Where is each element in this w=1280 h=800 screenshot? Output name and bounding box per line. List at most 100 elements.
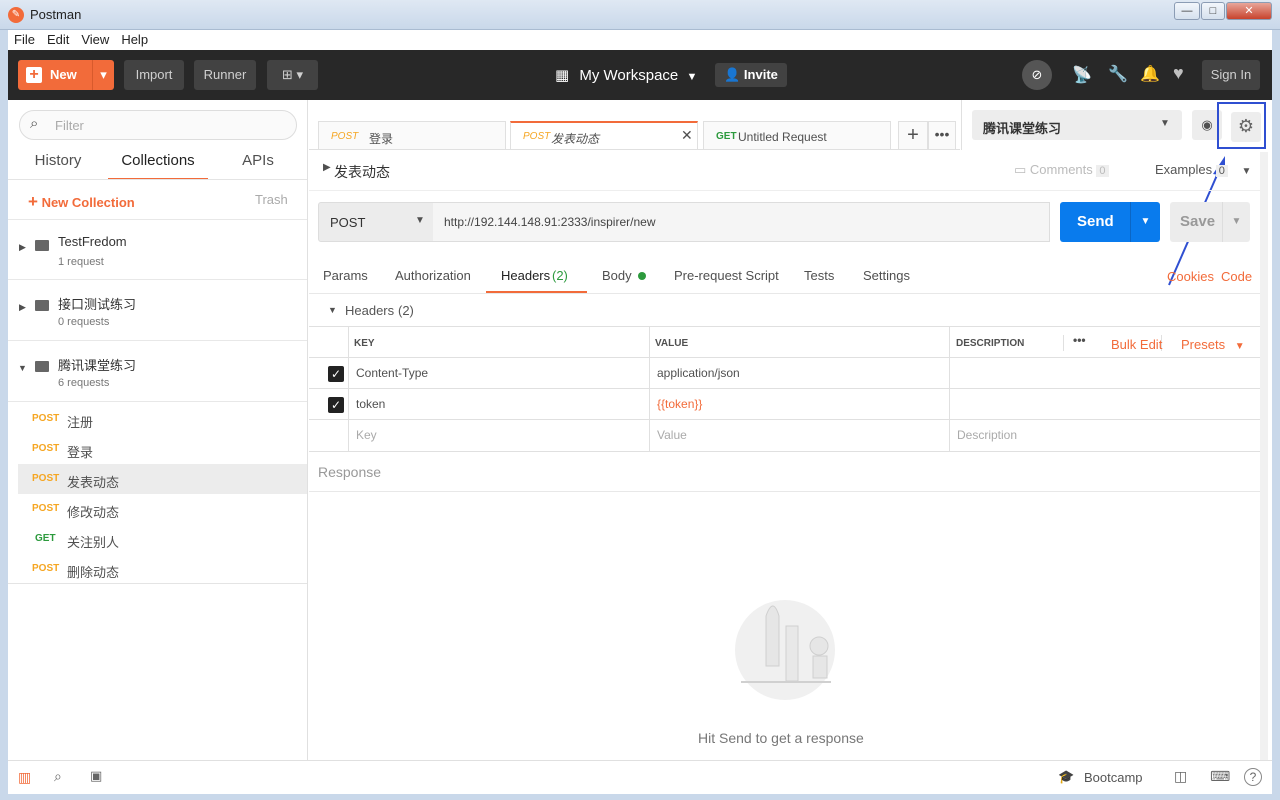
heart-icon[interactable]: ♥ bbox=[1173, 63, 1184, 84]
help-icon[interactable]: ? bbox=[1244, 768, 1262, 786]
gear-icon[interactable]: ⚙ bbox=[1231, 112, 1261, 142]
request-tab[interactable]: POST 登录 bbox=[318, 121, 506, 149]
new-value-input[interactable]: Value bbox=[657, 428, 687, 442]
keyboard-icon[interactable]: ⌨ bbox=[1210, 768, 1230, 785]
divider bbox=[309, 491, 1260, 492]
collection-item[interactable]: ▶ 接口测试练习 0 requests bbox=[8, 280, 307, 341]
satellite-icon[interactable]: 📡 bbox=[1072, 65, 1092, 85]
close-tab-icon[interactable]: ✕ bbox=[681, 127, 693, 144]
tab-settings[interactable]: Settings bbox=[863, 268, 910, 283]
invite-button[interactable]: 👤 Invite bbox=[715, 63, 787, 87]
header-key[interactable]: token bbox=[356, 397, 385, 411]
sidebar-search[interactable]: ⌕ Filter bbox=[19, 110, 297, 140]
column-header-value: VALUE bbox=[655, 338, 689, 349]
status-dot-icon bbox=[638, 272, 647, 280]
minimize-button[interactable]: — bbox=[1174, 2, 1200, 20]
new-description-input[interactable]: Description bbox=[957, 428, 1017, 442]
method-select[interactable]: POST ▼ bbox=[318, 202, 434, 242]
search-icon[interactable]: ⌕ bbox=[54, 768, 62, 785]
import-button[interactable]: Import bbox=[124, 60, 184, 90]
runner-button[interactable]: Runner bbox=[194, 60, 256, 90]
tab-collections[interactable]: Collections bbox=[108, 152, 208, 180]
row-checkbox[interactable]: ✓ bbox=[328, 397, 344, 413]
environment-select[interactable]: 腾讯课堂练习 ▼ bbox=[972, 110, 1182, 140]
tab-authorization[interactable]: Authorization bbox=[395, 268, 471, 283]
menu-view[interactable]: View bbox=[75, 30, 115, 49]
row-checkbox[interactable]: ✓ bbox=[328, 366, 344, 382]
scrollbar[interactable] bbox=[1260, 152, 1268, 760]
request-item-active[interactable]: POST 发表动态 bbox=[18, 464, 307, 494]
request-item[interactable]: POST 登录 bbox=[18, 434, 307, 464]
save-label: Save bbox=[1180, 213, 1216, 230]
comments-button[interactable]: ▭ Comments 0 bbox=[1014, 162, 1109, 178]
divider bbox=[309, 190, 1260, 191]
request-item[interactable]: POST 删除动态 bbox=[18, 554, 307, 584]
code-link[interactable]: Code bbox=[1221, 269, 1252, 284]
collection-item[interactable]: ▶ TestFredom 1 request bbox=[8, 219, 307, 280]
tab-body[interactable]: Body bbox=[602, 268, 647, 283]
chevron-down-icon[interactable]: ▾ bbox=[92, 60, 114, 90]
header-value[interactable]: {{token}} bbox=[657, 397, 702, 411]
caret-down-icon[interactable]: ▼ bbox=[328, 305, 337, 315]
caret-right-icon[interactable]: ▶ bbox=[19, 302, 26, 313]
two-pane-icon[interactable]: ◫ bbox=[1174, 768, 1187, 785]
tab-tests[interactable]: Tests bbox=[804, 268, 834, 283]
search-input[interactable]: Filter bbox=[55, 118, 84, 133]
request-item[interactable]: POST 注册 bbox=[18, 404, 307, 434]
url-input[interactable]: http://192.144.148.91:2333/inspirer/new bbox=[433, 202, 1050, 242]
tab-pre-request-script[interactable]: Pre-request Script bbox=[674, 268, 779, 283]
examples-button[interactable]: Examples 0 ▼ bbox=[1155, 162, 1251, 177]
collection-name: TestFredom bbox=[58, 234, 127, 249]
tab-headers[interactable]: Headers (2) bbox=[486, 258, 587, 293]
send-button[interactable]: Send ▼ bbox=[1060, 202, 1160, 242]
more-tabs-button[interactable]: ••• bbox=[928, 121, 956, 149]
menu-file[interactable]: File bbox=[8, 30, 41, 49]
collection-item[interactable]: ▼ 腾讯课堂练习 6 requests bbox=[8, 341, 307, 402]
request-item[interactable]: GET 关注别人 bbox=[18, 524, 307, 554]
request-item[interactable]: POST 修改动态 bbox=[18, 494, 307, 524]
sign-in-button[interactable]: Sign In bbox=[1202, 60, 1260, 90]
menu-help[interactable]: Help bbox=[115, 30, 154, 49]
caret-down-icon[interactable]: ▼ bbox=[18, 363, 27, 373]
add-tab-button[interactable]: + bbox=[898, 121, 928, 149]
header-key[interactable]: Content-Type bbox=[356, 366, 428, 380]
request-tab[interactable]: GET Untitled Request bbox=[703, 121, 891, 149]
caret-right-icon[interactable]: ▶ bbox=[19, 242, 26, 253]
presets-label: Presets bbox=[1181, 337, 1226, 352]
tab-params[interactable]: Params bbox=[323, 268, 368, 283]
divider bbox=[309, 357, 1260, 358]
sidebar-toggle-icon[interactable]: ▥ bbox=[18, 769, 31, 786]
header-value[interactable]: application/json bbox=[657, 366, 740, 380]
caret-right-icon[interactable]: ▶ bbox=[323, 162, 331, 173]
method-badge: GET bbox=[716, 131, 737, 142]
trash-link[interactable]: Trash bbox=[255, 192, 288, 207]
new-collection-button[interactable]: + New Collection bbox=[28, 192, 135, 212]
graduation-cap-icon[interactable]: 🎓 bbox=[1058, 769, 1074, 785]
new-key-input[interactable]: Key bbox=[356, 428, 377, 442]
bootcamp-link[interactable]: Bootcamp bbox=[1084, 770, 1143, 785]
method-badge: POST bbox=[32, 503, 60, 514]
request-title[interactable]: 发表动态 bbox=[334, 162, 390, 182]
menu-edit[interactable]: Edit bbox=[41, 30, 75, 49]
bell-icon[interactable]: 🔔 bbox=[1140, 64, 1160, 84]
tab-apis[interactable]: APIs bbox=[208, 152, 308, 180]
settings-wrench-icon[interactable]: 🔧 bbox=[1108, 64, 1128, 84]
sync-off-icon[interactable]: ⊘ bbox=[1022, 60, 1052, 90]
close-window-button[interactable]: ✕ bbox=[1226, 2, 1272, 20]
request-tab-active[interactable]: POST 发表动态 ✕ bbox=[510, 121, 698, 149]
ellipsis-icon: ••• bbox=[934, 126, 950, 142]
chevron-down-icon[interactable]: ▼ bbox=[1130, 202, 1160, 242]
window-border-bottom bbox=[0, 794, 1280, 800]
new-button[interactable]: + New ▾ bbox=[18, 60, 114, 90]
save-button[interactable]: Save ▼ bbox=[1170, 202, 1250, 242]
cookies-link[interactable]: Cookies bbox=[1167, 269, 1214, 284]
console-icon[interactable]: ▣ bbox=[90, 768, 102, 784]
bulk-edit-link[interactable]: Bulk Edit bbox=[1111, 337, 1162, 352]
tab-history[interactable]: History bbox=[8, 152, 108, 180]
maximize-button[interactable]: □ bbox=[1201, 2, 1225, 20]
workspace-switcher[interactable]: ▦ My Workspace ▼ bbox=[555, 66, 697, 84]
chevron-down-icon[interactable]: ▼ bbox=[1222, 202, 1250, 242]
presets-dropdown[interactable]: Presets ▼ bbox=[1181, 337, 1245, 352]
more-options-icon[interactable]: ••• bbox=[1073, 333, 1086, 347]
new-window-button[interactable]: ⊞ ▾ bbox=[267, 60, 318, 90]
